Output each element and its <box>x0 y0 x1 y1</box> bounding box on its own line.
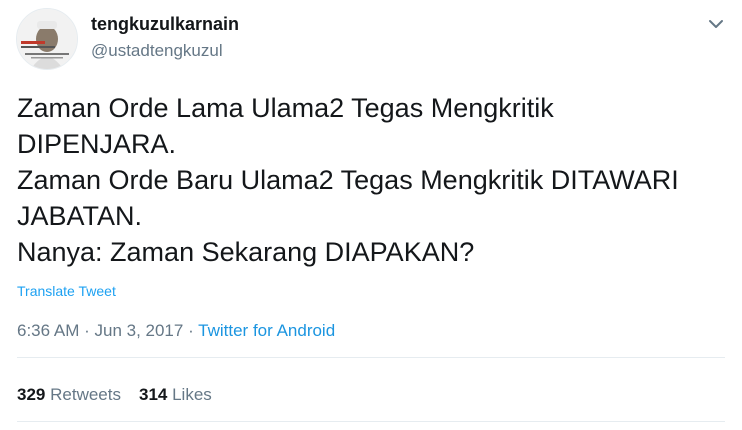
tweet-time[interactable]: 6:36 AM <box>17 321 79 340</box>
likes-count: 314 <box>138 385 168 404</box>
tweet-metadata: 6:36 AM · Jun 3, 2017 · Twitter for Andr… <box>17 321 335 341</box>
user-handle[interactable]: @ustadtengkuzul <box>91 41 223 61</box>
avatar[interactable] <box>16 8 78 70</box>
tweet-text-line: Zaman Orde Lama Ulama2 Tegas Mengkritik <box>17 93 554 123</box>
tweet-source-link[interactable]: Twitter for Android <box>198 321 335 340</box>
retweets-stat[interactable]: 329 Retweets <box>17 385 121 404</box>
tweet-stats: 329 Retweets 314 Likes <box>17 385 230 405</box>
avatar-image <box>17 9 77 69</box>
meta-separator: · <box>183 321 199 340</box>
tweet-text-line: Nanya: Zaman Sekarang DIAPAKAN? <box>17 237 475 267</box>
chevron-down-icon[interactable] <box>704 14 728 34</box>
divider <box>17 421 725 422</box>
divider <box>17 357 725 358</box>
tweet-text-line: DIPENJARA. <box>17 129 177 159</box>
retweets-label: Retweets <box>50 385 121 404</box>
likes-stat[interactable]: 314 Likes <box>139 385 212 404</box>
tweet-text-line: JABATAN. <box>17 201 143 231</box>
translate-tweet-link[interactable]: Translate Tweet <box>17 283 116 299</box>
tweet-text: Zaman Orde Lama Ulama2 Tegas Mengkritik … <box>17 90 727 270</box>
likes-label: Likes <box>172 385 212 404</box>
tweet-card: tengkuzulkarnain @ustadtengkuzul Zaman O… <box>0 0 742 430</box>
tweet-text-line: Zaman Orde Baru Ulama2 Tegas Mengkritik … <box>17 165 679 195</box>
meta-separator: · <box>79 321 95 340</box>
retweets-count: 329 <box>17 385 46 404</box>
user-name[interactable]: tengkuzulkarnain <box>91 14 239 35</box>
tweet-date[interactable]: Jun 3, 2017 <box>94 321 183 340</box>
